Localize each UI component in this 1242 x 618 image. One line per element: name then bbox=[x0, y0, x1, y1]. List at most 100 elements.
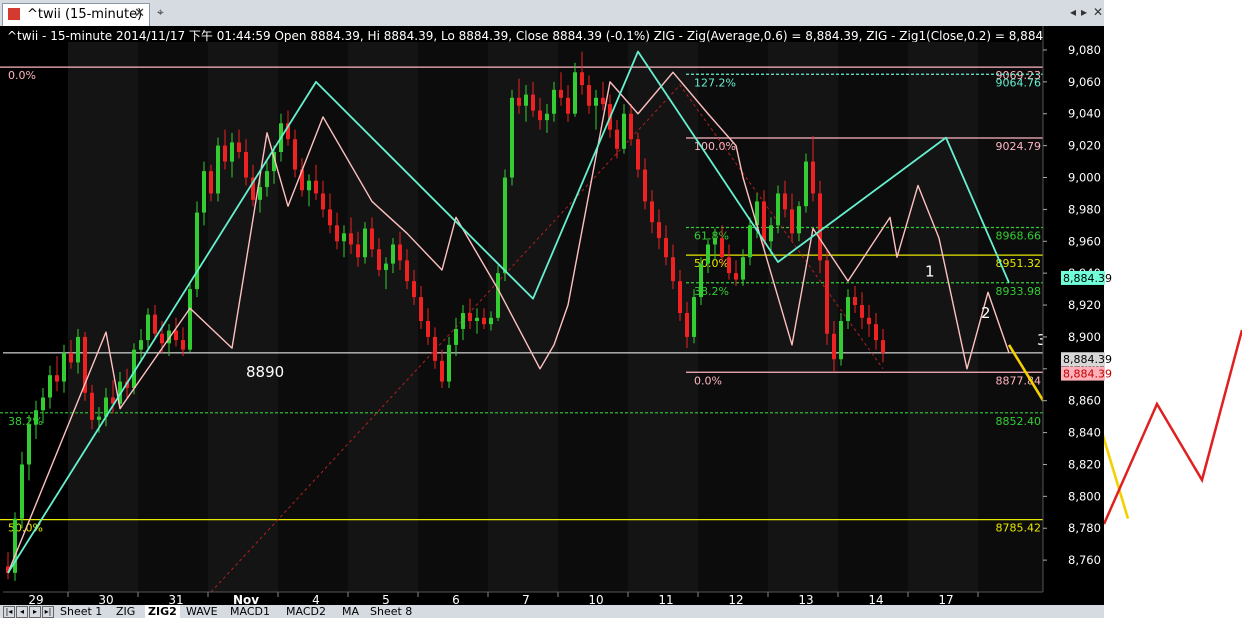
candle-body bbox=[832, 333, 836, 360]
candle-body bbox=[678, 281, 682, 314]
candle-body bbox=[811, 161, 815, 194]
candle-body bbox=[664, 238, 668, 258]
candle-body bbox=[762, 201, 766, 242]
candle bbox=[804, 153, 808, 213]
sheet-tab-ma[interactable]: MA bbox=[339, 605, 362, 618]
candle-body bbox=[559, 89, 563, 98]
candle-body bbox=[153, 314, 157, 334]
price-tag-label: 8,884.39 bbox=[1063, 353, 1112, 366]
candle-body bbox=[825, 260, 829, 334]
candle-body bbox=[76, 336, 80, 363]
y-tick-label: 8,980 bbox=[1068, 202, 1101, 216]
prev-sheet-button[interactable]: ◂ bbox=[16, 606, 28, 618]
y-tick-label: 8,920 bbox=[1068, 298, 1101, 312]
candle-body bbox=[34, 410, 38, 425]
candle-body bbox=[748, 225, 752, 258]
candle bbox=[195, 201, 199, 298]
candle-body bbox=[384, 263, 388, 270]
candle-body bbox=[671, 257, 675, 282]
candle-body bbox=[734, 273, 738, 280]
candle bbox=[825, 249, 829, 345]
candle-body bbox=[545, 113, 549, 121]
candle-body bbox=[783, 193, 787, 210]
sheet-tab-sheet-1[interactable]: Sheet 1 bbox=[57, 605, 105, 618]
candle-body bbox=[335, 225, 339, 242]
candle-body bbox=[69, 352, 73, 363]
support-line-label: 8890 bbox=[246, 363, 284, 381]
candle-body bbox=[97, 416, 101, 420]
candle-body bbox=[412, 281, 416, 298]
candle-body bbox=[790, 209, 794, 234]
candle-body bbox=[769, 225, 773, 242]
candle-body bbox=[706, 244, 710, 264]
candle-body bbox=[643, 169, 647, 202]
candle-body bbox=[874, 324, 878, 341]
y-tick-label: 8,840 bbox=[1068, 426, 1101, 440]
candle-body bbox=[881, 340, 885, 353]
candle-body bbox=[580, 72, 584, 86]
y-tick-label: 8,800 bbox=[1068, 489, 1101, 503]
candle-body bbox=[27, 424, 31, 465]
candle-body bbox=[447, 344, 451, 382]
candle-body bbox=[685, 313, 689, 337]
sheet-tab-zig[interactable]: ZIG bbox=[113, 605, 138, 618]
y-tick-label: 8,900 bbox=[1068, 330, 1101, 344]
candle-body bbox=[475, 317, 479, 321]
candle-body bbox=[468, 313, 472, 321]
candle-body bbox=[370, 228, 374, 250]
candle-body bbox=[699, 263, 703, 298]
candle-body bbox=[510, 97, 514, 178]
candle bbox=[83, 332, 87, 401]
candle-body bbox=[517, 97, 521, 106]
candle-body bbox=[454, 328, 458, 345]
next-sheet-button[interactable]: ▸ bbox=[29, 606, 41, 618]
candle-body bbox=[797, 206, 801, 234]
candle-body bbox=[349, 233, 353, 245]
day-band bbox=[908, 42, 978, 592]
sheet-tab-zig2[interactable]: ZIG2 bbox=[145, 605, 180, 618]
candle-body bbox=[538, 110, 542, 121]
candle bbox=[216, 137, 220, 202]
candle-body bbox=[160, 333, 164, 344]
candle bbox=[510, 89, 514, 186]
sheet-tab-macd2[interactable]: MACD2 bbox=[283, 605, 329, 618]
candle-body bbox=[20, 464, 24, 519]
candle-body bbox=[503, 177, 507, 274]
fib-level-value: 8852.40 bbox=[996, 415, 1042, 428]
price-tag-label: 8,884.39 bbox=[1063, 368, 1112, 381]
y-tick-label: 8,860 bbox=[1068, 394, 1101, 408]
candle-body bbox=[601, 97, 605, 105]
candle-body bbox=[195, 212, 199, 290]
screenshot-root: ^twii (15-minute) ✕ ⌖ ◂ ▸ ✕ ^twii - 15-m… bbox=[0, 0, 1242, 618]
candle-body bbox=[622, 113, 626, 149]
y-tick-label: 8,760 bbox=[1068, 553, 1101, 567]
candle-body bbox=[314, 180, 318, 194]
candle bbox=[503, 169, 507, 282]
sheet-tab-macd1[interactable]: MACD1 bbox=[227, 605, 273, 618]
candle bbox=[692, 289, 696, 344]
last-sheet-button[interactable]: ▸| bbox=[42, 606, 54, 618]
candle-body bbox=[146, 314, 150, 341]
sheet-tab-bar: |◂ ◂ ▸ ▸| Sheet 1 ZIG ZIG2 WAVE MACD1 MACD2 MA… bbox=[0, 605, 1104, 618]
candle-body bbox=[524, 94, 528, 106]
candle-body bbox=[839, 320, 843, 360]
candle-body bbox=[209, 171, 213, 194]
first-sheet-button[interactable]: |◂ bbox=[3, 606, 15, 618]
y-tick-label: 8,780 bbox=[1068, 521, 1101, 535]
candle-body bbox=[202, 171, 206, 213]
chart-window: ^twii (15-minute) ✕ ⌖ ◂ ▸ ✕ ^twii - 15-m… bbox=[0, 0, 1242, 618]
candle-body bbox=[552, 89, 556, 114]
candle-body bbox=[398, 244, 402, 261]
candle-body bbox=[776, 193, 780, 226]
price-chart[interactable]: 0.0% 9069.23127.2% 9064.76100.0% 9024.7961.… bbox=[0, 0, 1242, 618]
y-tick-label: 9,020 bbox=[1068, 139, 1101, 153]
candle-body bbox=[419, 297, 423, 321]
sheet-tab-sheet-8[interactable]: Sheet 8 bbox=[367, 605, 415, 618]
sheet-tab-wave[interactable]: WAVE bbox=[183, 605, 221, 618]
candle-body bbox=[461, 313, 465, 329]
price-tag-label: 8,884.39 bbox=[1063, 272, 1112, 285]
candle-body bbox=[174, 330, 178, 341]
candle-body bbox=[62, 352, 66, 382]
y-tick-label: 8,960 bbox=[1068, 234, 1101, 248]
day-band bbox=[208, 42, 278, 592]
